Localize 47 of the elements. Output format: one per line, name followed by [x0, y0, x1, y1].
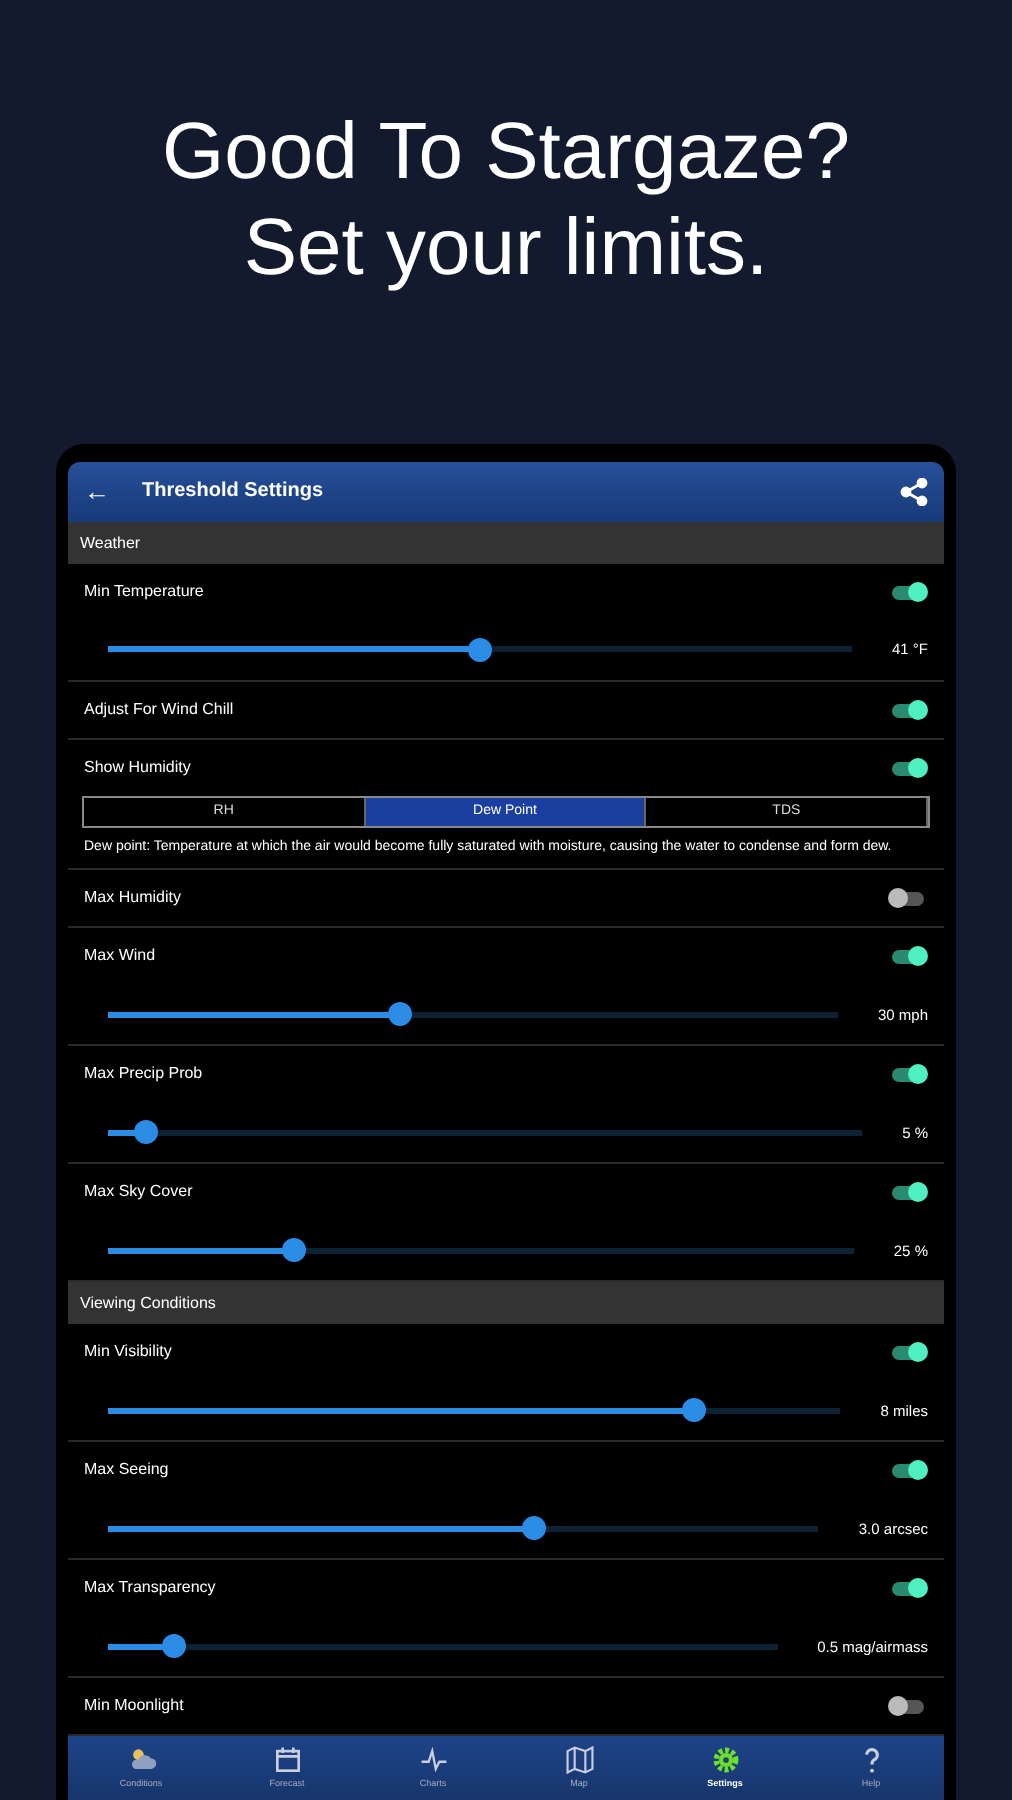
toggle-switch[interactable]	[888, 946, 928, 967]
toggle-switch[interactable]	[888, 699, 928, 720]
setting-label: Max Transparency	[84, 1576, 218, 1601]
setting-label: Show Humidity	[84, 755, 193, 780]
setting-label: Min Temperature	[84, 579, 206, 604]
slider-thumb[interactable]	[522, 1516, 547, 1541]
share-icon[interactable]	[900, 477, 928, 506]
slider-track[interactable]	[108, 1002, 838, 1027]
setting-label: Min Visibility	[84, 1340, 174, 1365]
setting-label: Max Seeing	[84, 1458, 171, 1483]
setting-label: Max Precip Prob	[84, 1062, 205, 1087]
toggle-switch[interactable]	[888, 757, 928, 778]
slider-track[interactable]	[108, 1516, 819, 1541]
toggle-switch[interactable]	[888, 1182, 928, 1203]
headline-text: Good To Stargaze?	[160, 106, 852, 200]
settings-icon	[709, 1744, 741, 1777]
slider-thumb[interactable]	[681, 1398, 706, 1423]
slider-track[interactable]	[108, 1120, 863, 1145]
slider-track[interactable]	[108, 637, 852, 662]
slider-thumb[interactable]	[162, 1634, 187, 1659]
setting-label: Adjust For Wind Chill	[84, 697, 236, 722]
setting-label: Min Moonlight	[84, 1694, 186, 1719]
setting-label: Max Wind	[84, 944, 158, 969]
app-bar-title: Threshold Settings	[142, 478, 326, 507]
headline-text: Set your limits.	[241, 202, 771, 296]
slider-thumb[interactable]	[387, 1002, 412, 1027]
pulse-icon	[417, 1744, 449, 1777]
slider-track[interactable]	[108, 1634, 778, 1659]
slider-thumb[interactable]	[467, 637, 492, 662]
toggle-switch[interactable]	[888, 888, 928, 909]
slider-track[interactable]	[108, 1398, 841, 1423]
toggle-switch[interactable]	[888, 1460, 928, 1481]
section-header: Viewing Conditions	[68, 1282, 944, 1325]
section-header: Weather	[68, 521, 944, 564]
slider-track[interactable]	[108, 1238, 854, 1263]
toggle-switch[interactable]	[888, 581, 928, 602]
slider-thumb[interactable]	[282, 1238, 307, 1263]
setting-label: Max Humidity	[84, 886, 183, 911]
toggle-switch[interactable]	[888, 1064, 928, 1085]
slider-thumb[interactable]	[133, 1120, 158, 1145]
calendar-icon	[271, 1744, 303, 1777]
setting-label: Max Sky Cover	[84, 1180, 195, 1205]
toggle-switch[interactable]	[888, 1342, 928, 1363]
toggle-switch[interactable]	[888, 1578, 928, 1599]
toggle-switch[interactable]	[888, 1696, 928, 1717]
back-button[interactable]: ←	[84, 478, 110, 505]
map-icon	[563, 1744, 595, 1777]
